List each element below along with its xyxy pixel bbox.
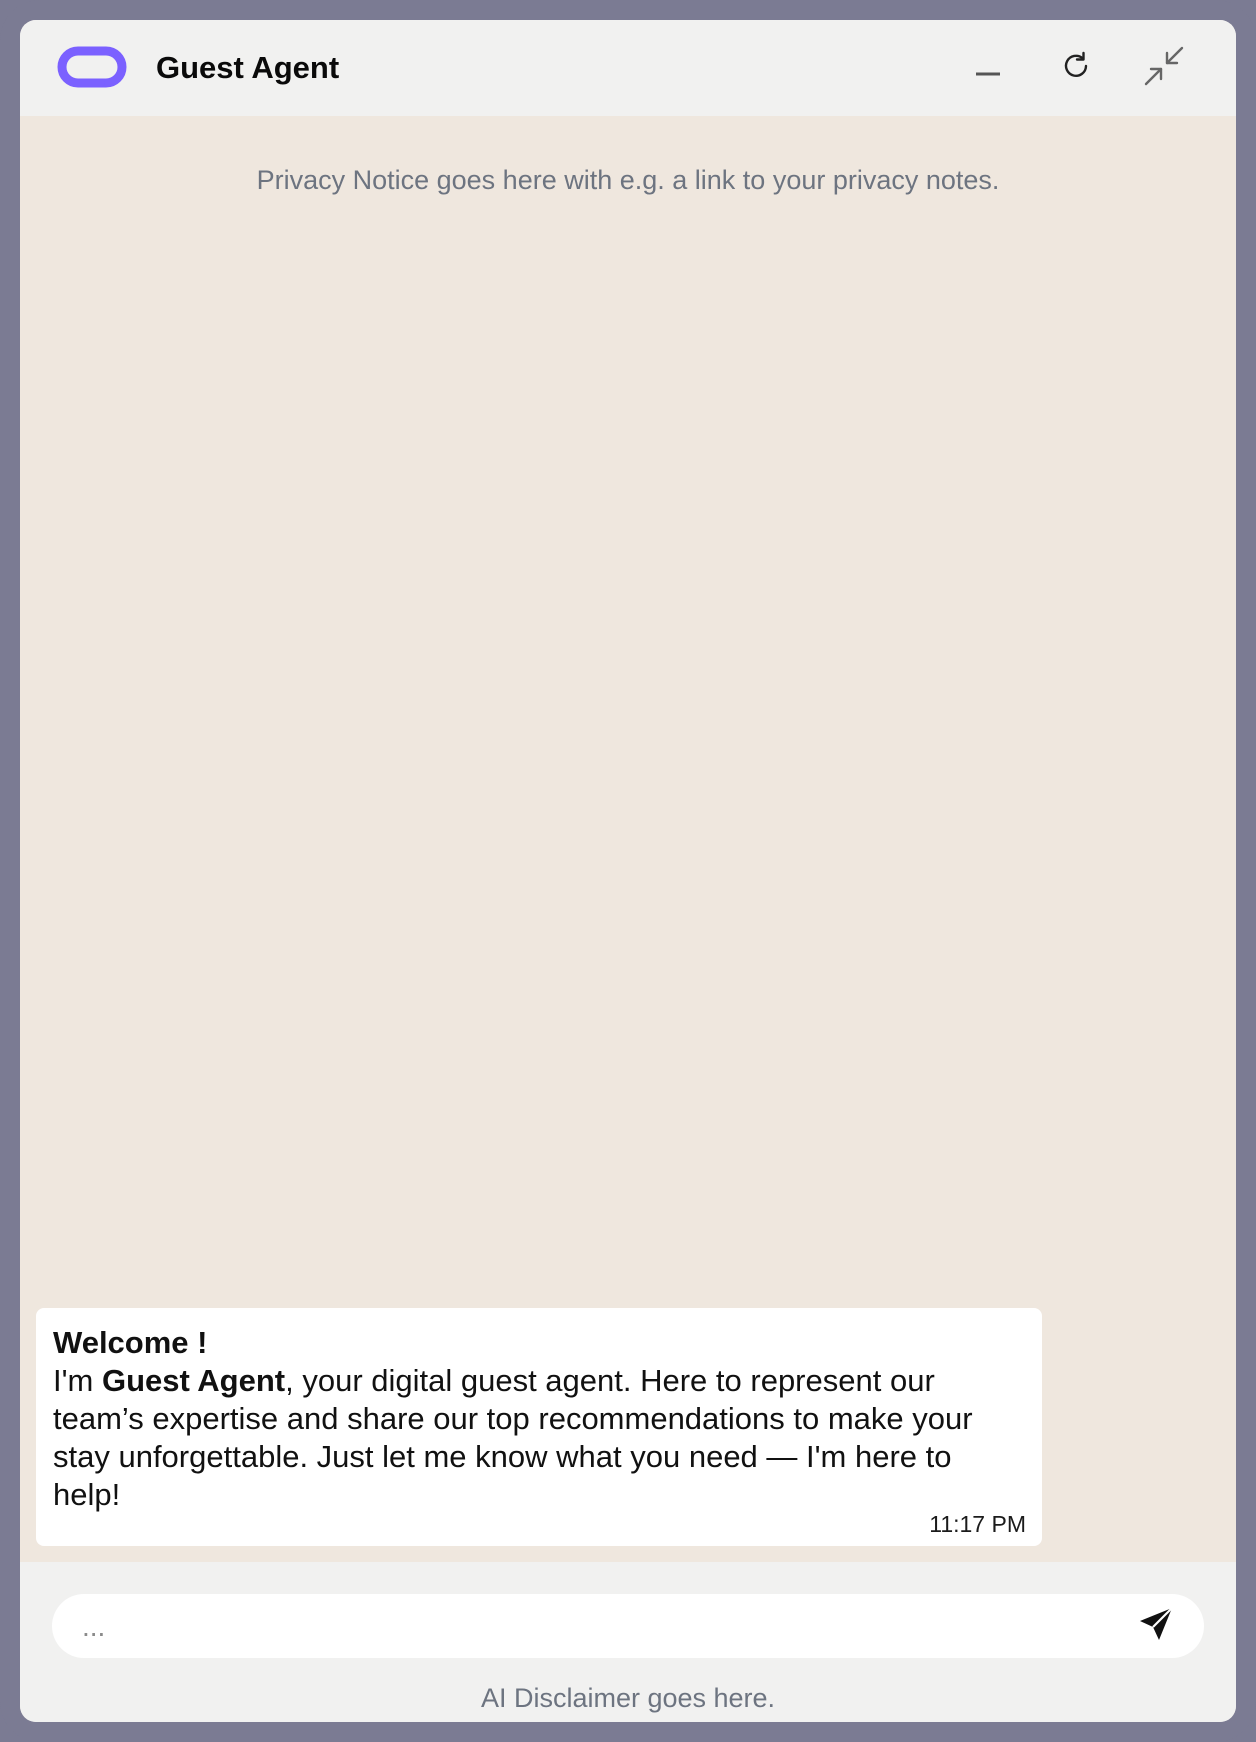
widget-frame: Guest Agent Privacy Notice goes here wit… xyxy=(0,0,1256,1742)
message-text-prefix: I'm xyxy=(53,1363,102,1398)
chat-footer: AI Disclaimer goes here. xyxy=(20,1562,1236,1722)
ai-disclaimer: AI Disclaimer goes here. xyxy=(480,1683,776,1713)
collapse-button[interactable] xyxy=(1140,44,1188,92)
minimize-button[interactable] xyxy=(964,44,1012,92)
chat-window: Guest Agent Privacy Notice goes here wit… xyxy=(20,20,1236,1722)
minimize-icon xyxy=(974,52,1002,85)
composer xyxy=(52,1594,1204,1658)
chat-header: Guest Agent xyxy=(20,20,1236,116)
message-agent-name: Guest Agent xyxy=(101,1363,286,1398)
chain-link-icon xyxy=(54,42,130,92)
collapse-arrows-icon xyxy=(1142,44,1186,93)
message-title: Welcome ! xyxy=(53,1325,208,1360)
message-timestamp: 11:17 PM xyxy=(929,1511,1026,1537)
chat-title: Guest Agent xyxy=(156,50,340,85)
send-button[interactable] xyxy=(1132,1602,1180,1650)
send-icon xyxy=(1138,1606,1174,1647)
agent-message-bubble: Welcome ! I'm Guest Agent, your digital g… xyxy=(36,1308,1042,1546)
reload-icon xyxy=(1060,50,1092,87)
privacy-notice: Privacy Notice goes here with e.g. a lin… xyxy=(256,165,1000,195)
message-body: Welcome ! I'm Guest Agent, your digital g… xyxy=(53,1324,1024,1514)
message-input[interactable] xyxy=(80,1602,1124,1652)
reload-button[interactable] xyxy=(1052,44,1100,92)
